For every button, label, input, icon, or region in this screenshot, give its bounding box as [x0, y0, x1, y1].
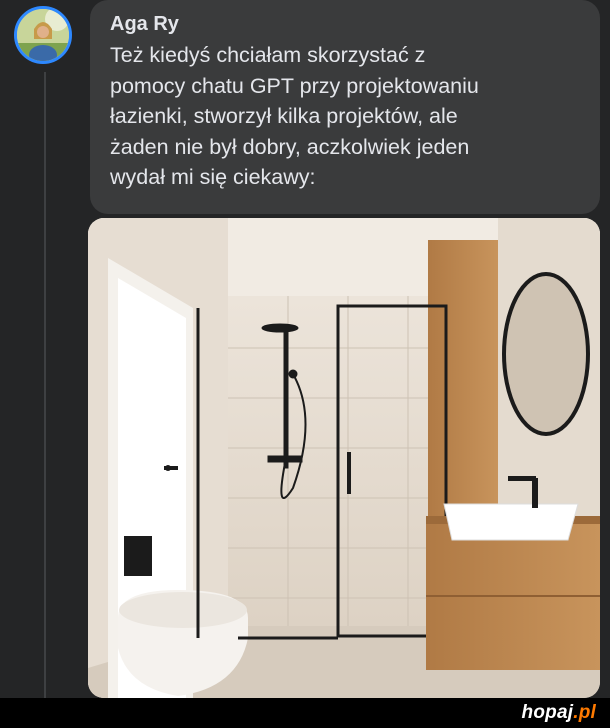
comment-line: łazienki, stworzył kilka projektów, ale — [110, 104, 458, 128]
comment-line: wydał mi się ciekawy: — [110, 165, 316, 189]
attached-photo[interactable] — [88, 218, 600, 698]
watermark-logo[interactable]: hopaj.pl — [522, 702, 596, 724]
comment-author[interactable]: Aga Ry — [110, 12, 584, 36]
watermark-brand: hopaj — [521, 702, 574, 723]
bathroom-illustration — [88, 218, 600, 698]
comment-bubble: Aga Ry Też kiedyś chciałam skorzystać z … — [90, 0, 600, 214]
comment-line: żaden nie był dobry, aczkolwiek jeden — [110, 134, 470, 159]
thread-line — [44, 72, 46, 698]
comment-line: pomocy chatu GPT przy projektowaniu — [110, 73, 479, 98]
watermark-bar: hopaj.pl — [0, 698, 610, 728]
avatar-image — [17, 9, 69, 61]
comment-text: Też kiedyś chciałam skorzystać z pomocy … — [110, 40, 584, 193]
comment-line: Też kiedyś chciałam skorzystać z — [110, 43, 426, 67]
avatar[interactable] — [14, 6, 72, 64]
watermark-tld: pl — [578, 702, 596, 723]
